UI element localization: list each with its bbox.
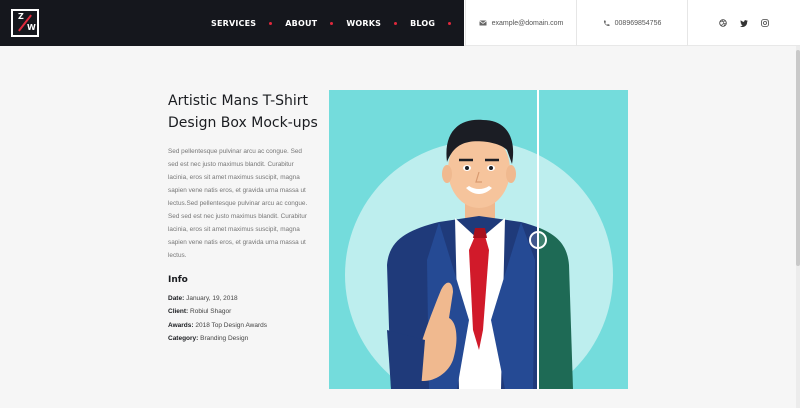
nav-separator <box>448 21 452 25</box>
phone-text: 008969854756 <box>614 19 662 27</box>
phone-icon <box>603 20 610 27</box>
project-info: Date: January, 19, 2018 Client: Robiul S… <box>168 292 267 345</box>
info-heading: Info <box>168 275 188 285</box>
instagram-icon[interactable] <box>761 19 769 27</box>
project-description: Sed pellentesque pulvinar arcu ac congue… <box>168 148 308 259</box>
info-awards-label: Awards: <box>168 321 194 329</box>
info-client: Client: Robiul Shagor <box>168 305 267 318</box>
navigation-bar: Z W SERVICES ABOUT WORKS BLOG CONTACT <box>0 0 507 46</box>
logo-letter-top: Z <box>18 12 24 21</box>
before-after-image[interactable] <box>329 90 628 389</box>
nav-separator <box>394 21 398 25</box>
top-bar: Z W SERVICES ABOUT WORKS BLOG CONTACT ex… <box>0 0 800 46</box>
info-awards: Awards: 2018 Top Design Awards <box>168 319 267 332</box>
project-title: Artistic Mans T-Shirt Design Box Mock-up… <box>168 93 318 131</box>
email-text: example@domain.com <box>491 19 564 27</box>
nav-separator <box>330 21 334 25</box>
info-date-label: Date: <box>168 295 185 302</box>
info-category: Category: Branding Design <box>168 332 267 345</box>
info-category-value: Branding Design <box>200 334 249 342</box>
social-links <box>687 0 800 46</box>
comparison-slider-handle[interactable] <box>529 231 547 249</box>
info-client-label: Client: <box>168 308 189 316</box>
nav-item-services[interactable]: SERVICES <box>211 19 256 28</box>
info-date: Date: January, 19, 2018 <box>168 292 267 305</box>
nav-separator <box>269 21 273 25</box>
info-category-label: Category: <box>168 334 199 342</box>
envelope-icon <box>478 20 487 26</box>
info-date-value: January, 19, 2018 <box>186 295 238 302</box>
nav-item-about[interactable]: ABOUT <box>285 19 317 28</box>
phone-contact[interactable]: 008969854756 <box>576 0 687 46</box>
dribbble-icon[interactable] <box>719 19 727 27</box>
twitter-icon[interactable] <box>740 19 748 27</box>
nav-item-works[interactable]: WORKS <box>346 19 381 28</box>
main-menu: SERVICES ABOUT WORKS BLOG CONTACT <box>211 0 507 46</box>
logo-letter-bottom: W <box>27 23 36 32</box>
info-awards-value: 2018 Top Design Awards <box>195 321 268 329</box>
businessman-illustration <box>345 119 613 389</box>
email-contact[interactable]: example@domain.com <box>465 0 576 46</box>
nav-item-blog[interactable]: BLOG <box>410 19 435 28</box>
scrollbar-thumb[interactable] <box>796 50 800 266</box>
info-client-value: Robiul Shagor <box>190 308 232 316</box>
site-logo[interactable]: Z W <box>11 9 39 37</box>
